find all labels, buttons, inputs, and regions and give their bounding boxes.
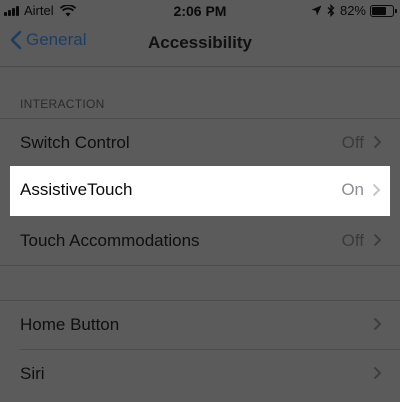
- chevron-right-icon: [372, 183, 381, 197]
- battery-icon: [370, 4, 397, 17]
- section-header: INTERACTION: [20, 97, 105, 111]
- chevron-right-icon: [373, 135, 382, 149]
- battery-level-fill: [372, 6, 386, 15]
- row-assistivetouch[interactable]: AssistiveTouch On: [10, 166, 390, 216]
- row-label: AssistiveTouch: [20, 180, 133, 199]
- row-value: Off: [341, 231, 364, 250]
- row-value: On: [341, 180, 364, 199]
- row-home-button[interactable]: Home Button: [0, 301, 400, 349]
- chevron-right-icon: [373, 317, 382, 331]
- chevron-right-icon: [373, 233, 382, 247]
- row-label: Switch Control: [20, 133, 130, 152]
- status-right: 82%: [311, 3, 397, 18]
- row-switch-control[interactable]: Switch Control Off: [0, 119, 400, 167]
- navigation-bar: General Accessibility: [0, 22, 400, 67]
- page-title: Accessibility: [148, 33, 252, 52]
- location-icon: [311, 5, 322, 16]
- row-siri[interactable]: Siri: [0, 350, 400, 398]
- chevron-right-icon: [373, 366, 382, 380]
- bluetooth-icon: [327, 4, 335, 17]
- row-value: Off: [341, 133, 364, 152]
- row-touch-accommodations[interactable]: Touch Accommodations Off: [0, 217, 400, 265]
- divider: [0, 265, 400, 266]
- row-label: Siri: [20, 364, 45, 383]
- battery-percent: 82%: [339, 3, 366, 18]
- row-label: Home Button: [20, 315, 120, 334]
- status-bar: Airtel 2:06 PM 82%: [0, 0, 400, 22]
- row-label: Touch Accommodations: [20, 231, 200, 250]
